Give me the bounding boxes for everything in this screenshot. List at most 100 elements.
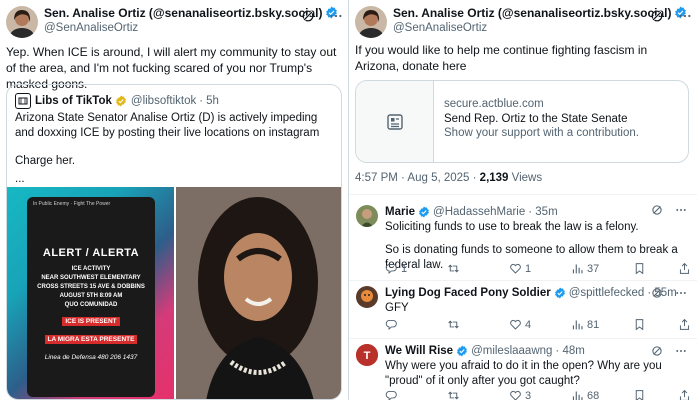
reply-handle[interactable]: @mileslaaawng xyxy=(471,345,552,357)
quote-media: In Public Enemy · Fight The Power ALERT … xyxy=(7,187,341,399)
view-count: 81 xyxy=(587,318,600,331)
reply-header: Marie @HadassehMarie · 35m xyxy=(385,206,558,218)
reply-handle[interactable]: @HadassehMarie xyxy=(433,206,525,218)
portrait-photo[interactable] xyxy=(176,187,341,399)
link-title: Send Rep. Ortiz to the State Senate xyxy=(444,112,628,125)
reply-line: GFY xyxy=(385,302,409,314)
link-subtitle: Show your support with a contribution. xyxy=(444,127,639,139)
grok-icon[interactable] xyxy=(649,8,665,24)
author-handle[interactable]: @SenAnaliseOrtiz xyxy=(393,21,687,35)
more-icon[interactable] xyxy=(675,287,687,299)
reply-actions: 4 81 xyxy=(385,318,691,331)
author-name[interactable]: Sen. Analise Ortiz (@senanaliseortiz.bsk… xyxy=(44,6,338,21)
views-button[interactable]: 37 xyxy=(571,262,601,275)
reply-avatar[interactable]: T xyxy=(356,344,378,366)
reply-author-name[interactable]: We Will Rise xyxy=(385,345,453,357)
share-button[interactable] xyxy=(678,262,691,275)
alert-line: CROSS STREETS 15 AVE & DOBBINS xyxy=(37,284,145,290)
quote-handle[interactable]: @libsoftiktok xyxy=(131,95,196,107)
bookmark-icon xyxy=(635,319,644,331)
quote-time[interactable]: 5h xyxy=(206,95,219,107)
views-button[interactable]: 81 xyxy=(571,318,601,331)
view-count: 68 xyxy=(587,389,600,400)
repost-button[interactable] xyxy=(447,318,477,331)
reply-avatar[interactable] xyxy=(356,205,378,227)
divider xyxy=(349,338,697,339)
post-meta: 4:57 PM · Aug 5, 2025 · 2,139 Views xyxy=(355,172,542,184)
story-caption: In Public Enemy · Fight The Power xyxy=(33,201,111,207)
share-icon xyxy=(679,262,690,274)
post-header: Sen. Analise Ortiz (@senanaliseortiz.bsk… xyxy=(6,6,338,38)
reply-button[interactable] xyxy=(385,318,415,331)
reply-line: Soliciting funds to use to break the law… xyxy=(385,221,639,233)
link-card-thumbnail xyxy=(356,81,434,162)
alert-flyer: ALERT / ALERTA ICE ACTIVITY NEAR SOUTHWE… xyxy=(33,247,149,361)
reply-button[interactable]: 1 xyxy=(385,262,415,275)
grok-icon[interactable] xyxy=(300,8,316,24)
reply-line: Why were you afraid to do it in the open… xyxy=(385,360,662,387)
post-text: If you would like to help me continue fi… xyxy=(355,43,648,73)
grok-icon[interactable] xyxy=(651,287,687,302)
quote-author-name[interactable]: Libs of TikTok xyxy=(35,95,112,107)
reply-item[interactable]: Lying Dog Faced Pony Soldier @spittlefec… xyxy=(349,283,697,338)
link-card-text: secure.actblue.com Send Rep. Ortiz to th… xyxy=(434,81,639,162)
link-card[interactable]: secure.actblue.com Send Rep. Ortiz to th… xyxy=(355,80,689,163)
author-handle[interactable]: @SenAnaliseOrtiz xyxy=(44,21,338,35)
alert-screenshot-image[interactable]: In Public Enemy · Fight The Power ALERT … xyxy=(7,187,174,399)
share-button[interactable] xyxy=(678,389,691,400)
bookmark-icon xyxy=(635,263,644,275)
alert-footer: Linea de Defensa 480 206 1437 xyxy=(44,354,138,361)
more-icon[interactable] xyxy=(675,204,687,216)
reply-button[interactable] xyxy=(385,389,415,400)
more-icon[interactable] xyxy=(328,8,344,24)
reply-item[interactable]: T We Will Rise @mileslaaawng · 48m Why w… xyxy=(349,341,697,400)
svg-text:T: T xyxy=(364,350,371,362)
avatar[interactable] xyxy=(355,6,387,38)
reply-avatar[interactable] xyxy=(356,286,378,308)
reply-text: GFY xyxy=(385,301,690,316)
comment-icon xyxy=(385,263,397,275)
heart-icon xyxy=(510,319,521,330)
bookmark-button[interactable] xyxy=(633,389,646,400)
share-icon xyxy=(679,318,690,330)
grok-icon[interactable] xyxy=(651,204,687,219)
verified-badge-icon xyxy=(457,345,468,357)
bookmark-button[interactable] xyxy=(633,262,646,275)
reply-author-name[interactable]: Lying Dog Faced Pony Soldier xyxy=(385,287,551,299)
bookmark-button[interactable] xyxy=(633,318,646,331)
like-button[interactable]: 1 xyxy=(509,262,539,275)
grok-icon[interactable] xyxy=(651,345,687,360)
right-post-panel: Sen. Analise Ortiz (@senanaliseortiz.bsk… xyxy=(349,0,697,400)
alert-red-label: ICE IS PRESENT xyxy=(62,317,120,326)
comment-icon xyxy=(385,319,397,331)
repost-button[interactable] xyxy=(447,262,477,275)
quoted-post[interactable]: Libs of TikTok @libsoftiktok · 5h Arizon… xyxy=(6,84,342,400)
views-button[interactable]: 68 xyxy=(571,389,601,400)
post-timestamp[interactable]: 4:57 PM · Aug 5, 2025 · xyxy=(355,172,480,184)
avatar[interactable] xyxy=(6,6,38,38)
more-icon[interactable] xyxy=(675,345,687,357)
alert-line: NEAR SOUTHWEST ELEMENTARY xyxy=(41,275,141,281)
reply-header: We Will Rise @mileslaaawng · 48m xyxy=(385,345,585,357)
like-button[interactable]: 4 xyxy=(509,318,539,331)
reply-count: 1 xyxy=(401,262,408,275)
quote-header: Libs of TikTok @libsoftiktok · 5h xyxy=(15,93,219,109)
divider xyxy=(349,280,697,281)
reply-time[interactable]: · 35m xyxy=(528,206,557,218)
left-post-panel: Sen. Analise Ortiz (@senanaliseortiz.bsk… xyxy=(0,0,348,400)
gold-verified-badge-icon xyxy=(115,95,126,107)
link-domain: secure.actblue.com xyxy=(444,98,544,110)
repost-button[interactable] xyxy=(447,389,477,400)
reply-time[interactable]: · 48m xyxy=(555,345,584,357)
like-button[interactable]: 3 xyxy=(509,389,539,400)
more-icon[interactable] xyxy=(677,8,693,24)
reply-item[interactable]: Marie @HadassehMarie · 35m Soliciting fu… xyxy=(349,200,697,278)
share-button[interactable] xyxy=(678,318,691,331)
reply-author-name[interactable]: Marie xyxy=(385,206,415,218)
like-count: 3 xyxy=(525,389,532,400)
quote-paragraph-2: Charge her. xyxy=(15,155,76,167)
reply-actions: 1 1 37 xyxy=(385,262,691,275)
repost-icon xyxy=(448,391,459,400)
author-name[interactable]: Sen. Analise Ortiz (@senanaliseortiz.bsk… xyxy=(393,6,687,21)
reply-handle[interactable]: @spittlefecked xyxy=(569,287,645,299)
